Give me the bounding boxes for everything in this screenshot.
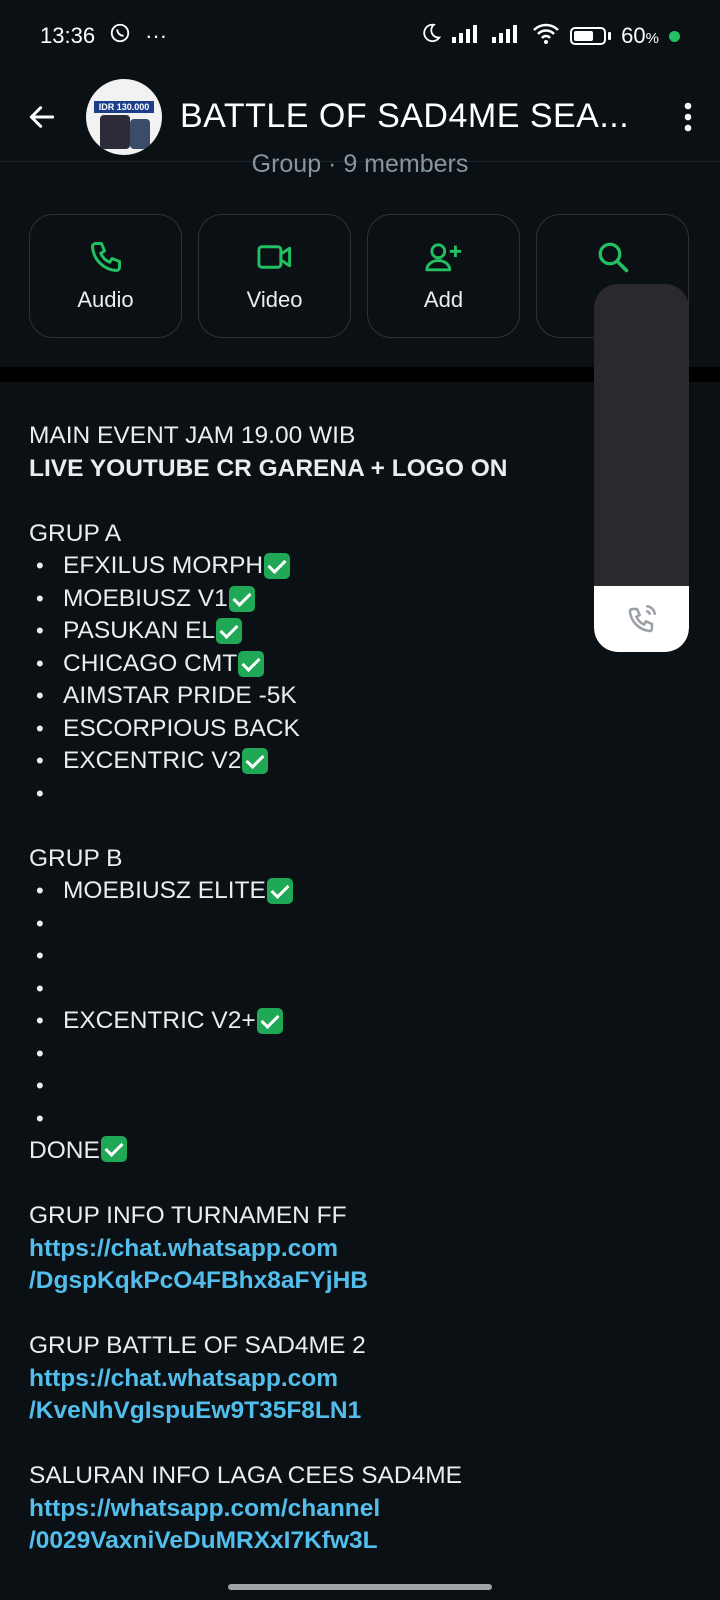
desc-done: DONE xyxy=(29,1135,689,1168)
more-notifications-icon: ··· xyxy=(145,23,168,48)
group-b-heading: GRUP B xyxy=(29,844,123,872)
list-item: • xyxy=(36,975,44,1001)
check-icon xyxy=(256,1008,283,1035)
battery-icon xyxy=(570,27,612,45)
info3-title: SALURAN INFO LAGA CEES SAD4ME xyxy=(29,1462,462,1489)
search-icon xyxy=(598,242,628,273)
info1-link[interactable]: https://chat.whatsapp.com xyxy=(29,1233,689,1266)
status-bar: 13:36 ··· 60% xyxy=(0,0,720,72)
battery-level: 60% xyxy=(621,23,659,48)
clock: 13:36 xyxy=(40,23,96,48)
desc-main-event: MAIN EVENT JAM 19.00 WIB xyxy=(29,422,356,449)
list-item: • EXCENTRIC V2+ xyxy=(29,1005,689,1038)
do-not-disturb-icon xyxy=(420,22,442,50)
list-item: • xyxy=(36,1040,44,1066)
info1-title: GRUP INFO TURNAMEN FF xyxy=(29,1202,347,1229)
add-label: Add xyxy=(423,287,464,312)
phone-icon xyxy=(90,242,121,272)
action-buttons: Audio Video Add Se xyxy=(29,214,689,338)
back-button[interactable] xyxy=(0,101,84,133)
info2-link-cont[interactable]: /KveNhVgIspuEw9T35F8LN1 xyxy=(29,1395,689,1428)
whatsapp-notification-icon xyxy=(109,22,131,50)
list-item: • MOEBIUSZ V1 xyxy=(29,583,689,616)
gesture-handle[interactable] xyxy=(228,1584,492,1590)
group-subtitle: Group · 9 members xyxy=(251,150,469,178)
audio-label: Audio xyxy=(77,287,134,312)
check-icon xyxy=(238,650,265,677)
info3-link-cont[interactable]: /0029VaxniVeDuMRXxI7Kfw3L xyxy=(29,1525,689,1558)
floating-call-panel[interactable] xyxy=(594,284,689,652)
group-avatar[interactable]: IDR 130.000 xyxy=(86,78,162,155)
list-item: • xyxy=(36,910,44,936)
floating-call-button[interactable] xyxy=(594,586,689,652)
video-call-button[interactable]: Video xyxy=(198,214,351,338)
check-icon xyxy=(228,585,255,612)
list-item: • PASUKAN EL xyxy=(29,615,689,648)
signal-icon-2 xyxy=(492,23,522,49)
info2-title: GRUP BATTLE OF SAD4ME 2 xyxy=(29,1332,366,1359)
overflow-menu-button[interactable] xyxy=(656,101,720,133)
list-item: • EFXILUS MORPH xyxy=(29,550,689,583)
group-title[interactable]: BATTLE OF SAD4ME SEA... xyxy=(180,97,656,136)
phone-ringing-icon xyxy=(628,604,656,633)
chat-info-header: IDR 130.000 BATTLE OF SAD4ME SEA... xyxy=(0,72,720,162)
list-item: • ESCORPIOUS BACK xyxy=(36,714,300,742)
video-label: Video xyxy=(246,287,303,312)
list-item: • xyxy=(36,1073,44,1098)
avatar-banner: IDR 130.000 xyxy=(94,100,154,113)
add-member-button[interactable]: Add xyxy=(367,214,520,338)
check-icon xyxy=(266,878,293,905)
list-item: • xyxy=(36,1105,44,1131)
group-description: MAIN EVENT JAM 19.00 WIB LIVE YOUTUBE CR… xyxy=(29,420,689,1558)
more-vert-icon xyxy=(684,102,692,131)
signal-icon xyxy=(452,23,482,49)
list-item: • CHICAGO CMT xyxy=(29,648,689,681)
check-icon xyxy=(242,748,269,775)
desc-live: LIVE YOUTUBE CR GARENA + LOGO ON xyxy=(29,454,508,482)
video-camera-icon xyxy=(256,245,291,269)
group-a-heading: GRUP A xyxy=(29,519,122,547)
list-item: • xyxy=(36,780,44,806)
check-icon xyxy=(264,553,291,580)
list-item: • xyxy=(36,943,44,968)
list-item: • AIMSTAR PRIDE -5K xyxy=(36,682,297,709)
list-item: • MOEBIUSZ ELITE xyxy=(29,875,689,908)
info3-link[interactable]: https://whatsapp.com/channel xyxy=(29,1493,689,1526)
back-arrow-icon xyxy=(29,105,55,128)
info1-link-cont[interactable]: /DgspKqkPcO4FBhx8aFYjHB xyxy=(29,1265,689,1298)
add-person-icon xyxy=(424,243,461,272)
check-icon xyxy=(100,1136,127,1162)
check-icon xyxy=(216,618,243,645)
info2-link[interactable]: https://chat.whatsapp.com xyxy=(29,1363,689,1396)
list-item: • EXCENTRIC V2 xyxy=(29,745,689,778)
wifi-icon xyxy=(532,22,560,50)
audio-call-button[interactable]: Audio xyxy=(29,214,182,338)
privacy-indicator-dot xyxy=(669,30,680,42)
